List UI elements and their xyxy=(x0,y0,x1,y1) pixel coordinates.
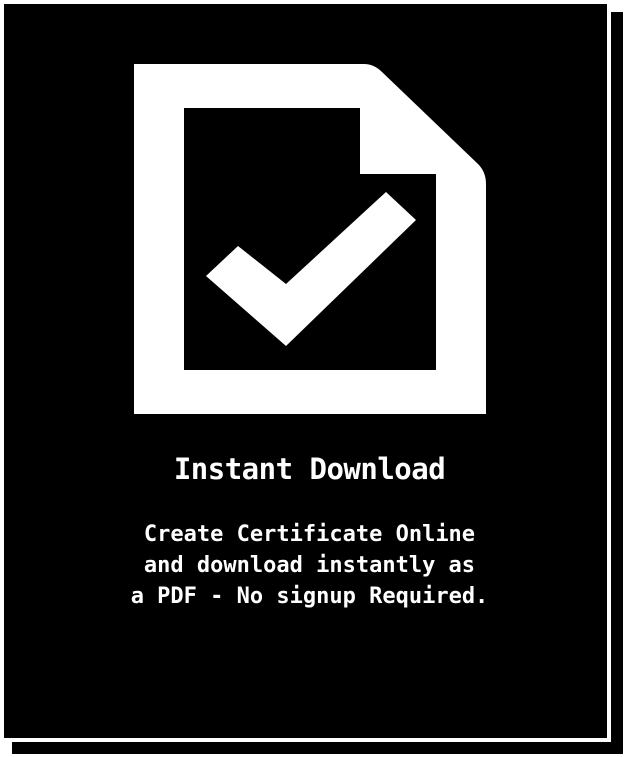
feature-card: Instant Download Create Certificate Onli… xyxy=(0,0,611,742)
description-line: a PDF - No signup Required. xyxy=(130,584,489,609)
description-line: Create Certificate Online xyxy=(143,522,476,547)
card-title: Instant Download xyxy=(173,452,446,486)
card-description: Create Certificate Online and download i… xyxy=(4,519,615,612)
description-line: and download instantly as xyxy=(143,553,476,578)
document-check-icon xyxy=(134,64,486,414)
